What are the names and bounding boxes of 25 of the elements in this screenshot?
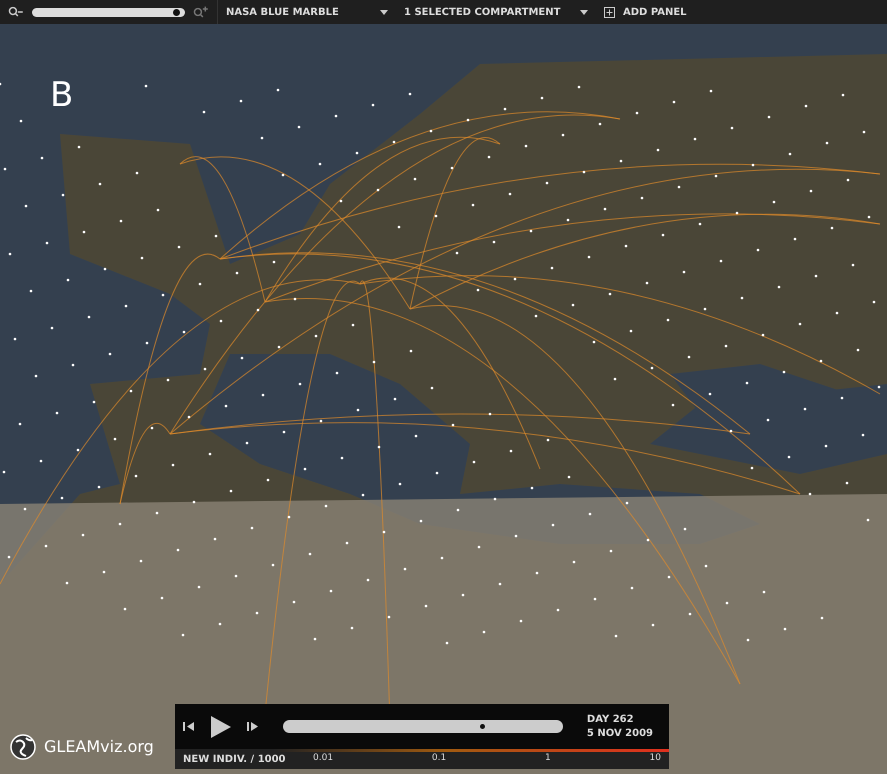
dropdown-button[interactable]: NASA BLUE MARBLE — [218, 0, 396, 24]
scale-tick: 1 — [545, 752, 551, 766]
dropdown-button[interactable]: 1 SELECTED COMPARTMENT — [396, 0, 596, 24]
play-button[interactable] — [211, 716, 231, 738]
legend-title: NEW INDIV. / 1000 — [183, 752, 287, 766]
panel-label: B — [50, 74, 74, 117]
caret-icon — [380, 10, 388, 14]
logo-text[interactable]: GLEAMviz.org — [44, 735, 154, 759]
caret-icon — [580, 10, 588, 14]
timeline-slider[interactable] — [283, 720, 563, 733]
scale-tick: 0.1 — [432, 752, 446, 766]
scale-tick: 10 — [650, 752, 661, 766]
date-label: 5 NOV 2009 — [586, 726, 653, 740]
step-forward-button[interactable] — [247, 722, 259, 731]
zoom-out-icon[interactable] — [8, 6, 24, 18]
globe-icon — [8, 732, 38, 762]
add-panel-button[interactable]: ADD PANEL — [596, 0, 695, 24]
slider-thumb[interactable] — [172, 8, 180, 16]
timeline-thumb[interactable] — [480, 724, 485, 729]
step-back-button[interactable] — [183, 722, 195, 731]
day-label: DAY 262 — [586, 712, 635, 726]
zoom-slider[interactable] — [32, 8, 186, 16]
scale-tick: 0.01 — [313, 752, 334, 766]
plus-icon — [604, 6, 615, 18]
zoom-in-icon[interactable] — [193, 6, 210, 18]
